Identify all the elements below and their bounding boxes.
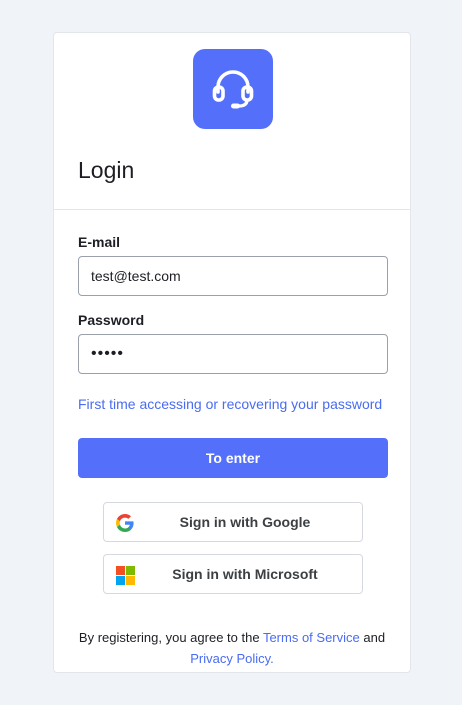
google-signin-button[interactable]: Sign in with Google (103, 502, 363, 542)
password-label: Password (78, 312, 145, 328)
header-divider (54, 209, 410, 210)
submit-button[interactable]: To enter (78, 438, 388, 478)
terms-and: and (359, 630, 386, 645)
google-icon (116, 514, 134, 532)
headset-icon (212, 70, 254, 109)
microsoft-icon (116, 566, 135, 585)
google-signin-label: Sign in with Google (179, 514, 311, 530)
password-field[interactable] (78, 334, 388, 374)
page-title: Login (78, 157, 135, 183)
email-field[interactable] (78, 256, 388, 296)
terms-prefix: By registering, you agree to the (78, 630, 263, 645)
terms-notice: By registering, you agree to the Terms o… (54, 627, 410, 669)
login-card: Login E-mail Password First time accessi… (53, 32, 411, 673)
microsoft-signin-button[interactable]: Sign in with Microsoft (103, 554, 363, 594)
privacy-policy-link[interactable]: Privacy Policy. (190, 651, 274, 666)
microsoft-signin-label: Sign in with Microsoft (172, 566, 318, 582)
terms-of-service-link[interactable]: Terms of Service (263, 630, 360, 645)
app-logo (193, 49, 273, 129)
recover-password-link[interactable]: First time accessing or recovering your … (78, 396, 382, 412)
email-label: E-mail (78, 234, 121, 250)
